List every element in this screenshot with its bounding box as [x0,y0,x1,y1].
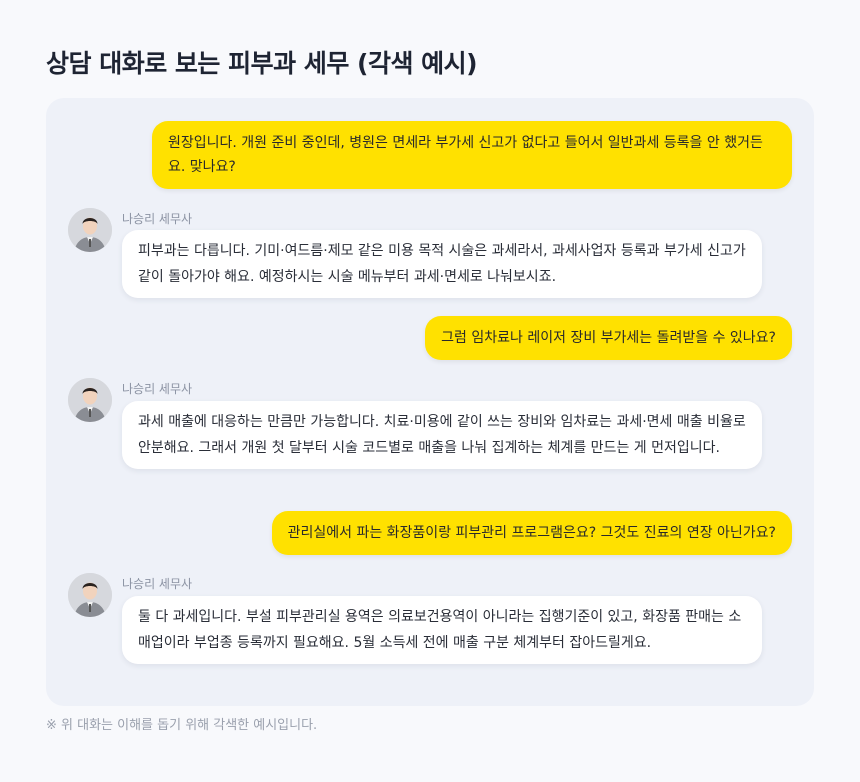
advisor-message-bubble: 둘 다 과세입니다. 부설 피부관리실 용역은 의료보건용역이 아니라는 집행기… [122,596,762,664]
person-icon [68,208,112,252]
advisor-name: 나승리 세무사 [122,382,193,396]
chat-panel: 원장입니다. 개원 준비 중인데, 병원은 면세라 부가세 신고가 없다고 들어… [46,98,814,706]
user-message-bubble: 원장입니다. 개원 준비 중인데, 병원은 면세라 부가세 신고가 없다고 들어… [152,121,792,189]
advisor-name: 나승리 세무사 [122,577,193,591]
advisor-avatar [68,208,112,252]
footnote: ※ 위 대화는 이해를 돕기 위해 각색한 예시입니다. [46,718,318,733]
person-icon [68,573,112,617]
advisor-message-bubble: 과세 매출에 대응하는 만큼만 가능합니다. 치료·미용에 같이 쓰는 장비와 … [122,401,762,469]
page-title: 상담 대화로 보는 피부과 세무 (각색 예시) [46,49,478,78]
person-icon [68,378,112,422]
advisor-avatar [68,573,112,617]
advisor-message-bubble: 피부과는 다릅니다. 기미·여드름·제모 같은 미용 목적 시술은 과세라서, … [122,230,762,298]
advisor-avatar [68,378,112,422]
user-message-bubble: 관리실에서 파는 화장품이랑 피부관리 프로그램은요? 그것도 진료의 연장 아… [271,511,792,555]
user-message-bubble: 그럼 임차료나 레이저 장비 부가세는 돌려받을 수 있나요? [425,316,792,360]
advisor-name: 나승리 세무사 [122,212,193,226]
